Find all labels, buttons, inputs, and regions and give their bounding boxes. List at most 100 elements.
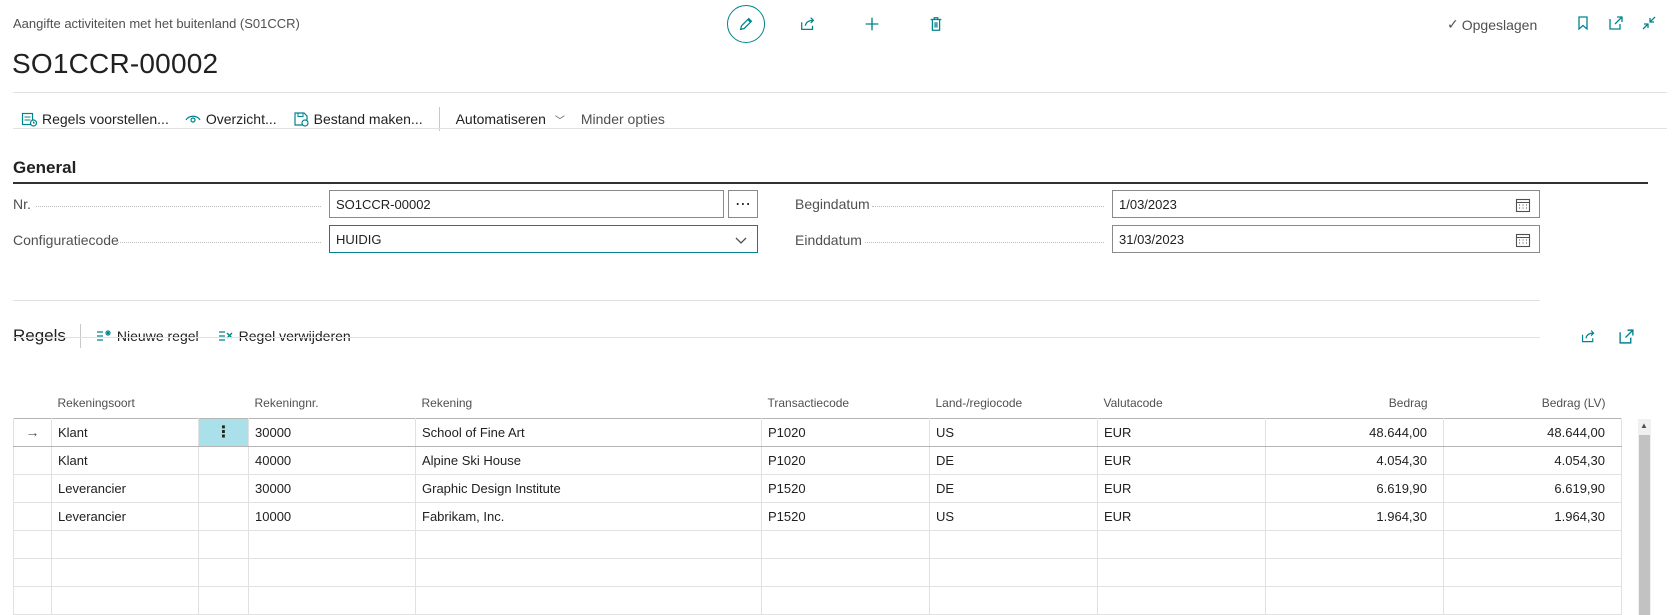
table-cell[interactable]: EUR [1097,473,1266,503]
table-cell-empty[interactable] [929,585,1098,615]
create-file-button[interactable]: Bestand maken... [285,103,431,135]
table-cell-empty[interactable] [1265,585,1444,615]
table-cell-empty[interactable] [415,585,762,615]
table-cell-empty[interactable] [1265,529,1444,559]
table-cell-empty[interactable] [1097,557,1266,587]
column-header[interactable]: Bedrag (LV) [1444,388,1622,418]
table-row-empty[interactable] [13,529,1622,559]
column-header[interactable]: Transactiecode [762,388,930,418]
table-cell-empty[interactable] [51,529,199,559]
table-row[interactable]: Klant 40000 Alpine Ski House P1020 DE EU… [13,445,1622,475]
calendar-icon[interactable] [1515,197,1531,213]
table-cell[interactable]: Leverancier [51,501,199,531]
table-cell-empty[interactable] [761,529,930,559]
table-cell[interactable]: School of Fine Art [415,417,762,447]
lines-share-button[interactable] [1578,326,1598,346]
table-cell[interactable]: DE [929,473,1098,503]
table-cell[interactable]: Leverancier [51,473,199,503]
open-new-window-button[interactable] [1606,12,1626,34]
suggest-lines-button[interactable]: Regels voorstellen... [13,103,177,135]
table-cell[interactable]: 4.054,30 [1265,445,1444,475]
row-menu-cell[interactable] [198,473,249,503]
column-header[interactable]: Rekeningsoort [52,388,199,418]
table-cell-empty[interactable] [761,557,930,587]
table-cell[interactable]: 48.644,00 [1265,417,1444,447]
vertical-scrollbar[interactable]: ▲ [1638,419,1651,615]
automate-menu[interactable]: Automatiseren ﹀ [448,103,573,135]
table-cell[interactable]: 40000 [248,445,416,475]
table-cell[interactable]: 1.964,30 [1265,501,1444,531]
lines-title[interactable]: Regels [13,326,66,346]
new-button[interactable] [853,5,891,43]
new-line-button[interactable]: Nieuwe regel [95,328,199,345]
table-cell[interactable]: 48.644,00 [1443,417,1622,447]
table-cell[interactable]: US [929,417,1098,447]
table-cell-empty[interactable] [248,557,416,587]
table-cell-empty[interactable] [929,529,1098,559]
table-cell-empty[interactable] [51,557,199,587]
column-header[interactable]: Valutacode [1098,388,1266,418]
table-row[interactable]: Leverancier 10000 Fabrikam, Inc. P1520 U… [13,501,1622,531]
table-cell-empty[interactable] [929,557,1098,587]
config-select[interactable]: HUIDIG [329,225,758,253]
table-cell-empty[interactable] [198,529,249,559]
table-cell[interactable]: Alpine Ski House [415,445,762,475]
table-cell[interactable]: 1.964,30 [1443,501,1622,531]
table-cell-empty[interactable] [198,557,249,587]
table-row[interactable]: Leverancier 30000 Graphic Design Institu… [13,473,1622,503]
edit-button[interactable] [727,5,765,43]
row-menu-button[interactable]: ⋮ [198,417,249,447]
table-cell-empty[interactable] [1265,557,1444,587]
nr-assist-button[interactable]: ⋯ [728,190,758,218]
end-date-field[interactable]: 31/03/2023 [1112,225,1540,253]
table-row-empty[interactable] [13,557,1622,587]
table-cell-empty[interactable] [1097,529,1266,559]
table-cell[interactable]: 10000 [248,501,416,531]
table-cell[interactable]: 6.619,90 [1443,473,1622,503]
table-cell-empty[interactable] [248,585,416,615]
table-row[interactable]: → Klant ⋮ 30000 School of Fine Art P1020… [13,417,1622,447]
table-cell-empty[interactable] [415,557,762,587]
table-cell-empty[interactable] [761,585,930,615]
table-cell[interactable]: EUR [1097,417,1266,447]
table-cell[interactable]: P1520 [761,473,930,503]
table-cell-empty[interactable] [51,585,199,615]
overview-button[interactable]: Overzicht... [177,103,285,135]
share-button[interactable] [789,5,827,43]
table-cell-empty[interactable] [1443,529,1622,559]
table-cell[interactable]: EUR [1097,501,1266,531]
column-header[interactable]: Bedrag [1266,388,1444,418]
table-cell[interactable]: Klant [51,445,199,475]
fewer-options-button[interactable]: Minder opties [573,103,673,135]
table-cell[interactable]: 30000 [248,473,416,503]
table-cell[interactable]: DE [929,445,1098,475]
table-cell[interactable]: Fabrikam, Inc. [415,501,762,531]
delete-line-button[interactable]: Regel verwijderen [217,328,351,345]
table-cell[interactable]: Graphic Design Institute [415,473,762,503]
start-date-field[interactable]: 1/03/2023 [1112,190,1540,218]
table-cell-empty[interactable] [1443,585,1622,615]
table-cell-empty[interactable] [1443,557,1622,587]
table-cell-empty[interactable] [248,529,416,559]
column-header[interactable]: Rekeningnr. [249,388,416,418]
table-cell[interactable]: P1020 [761,445,930,475]
table-cell-empty[interactable] [415,529,762,559]
table-cell[interactable]: EUR [1097,445,1266,475]
table-cell[interactable]: 4.054,30 [1443,445,1622,475]
table-cell[interactable]: 30000 [248,417,416,447]
table-row-empty[interactable] [13,585,1622,615]
table-cell[interactable]: 6.619,90 [1265,473,1444,503]
table-cell[interactable]: Klant [51,417,199,447]
delete-button[interactable] [917,5,955,43]
column-header[interactable]: Land-/regiocode [930,388,1098,418]
bookmark-button[interactable] [1573,12,1593,34]
calendar-icon[interactable] [1515,232,1531,248]
table-cell[interactable]: P1520 [761,501,930,531]
scroll-up-icon[interactable]: ▲ [1640,421,1648,430]
table-cell[interactable]: P1020 [761,417,930,447]
row-menu-cell[interactable] [198,501,249,531]
lines-expand-button[interactable] [1616,326,1636,346]
nr-field[interactable]: SO1CCR-00002 [329,190,724,218]
scrollbar-thumb[interactable] [1639,435,1650,615]
table-cell-empty[interactable] [1097,585,1266,615]
